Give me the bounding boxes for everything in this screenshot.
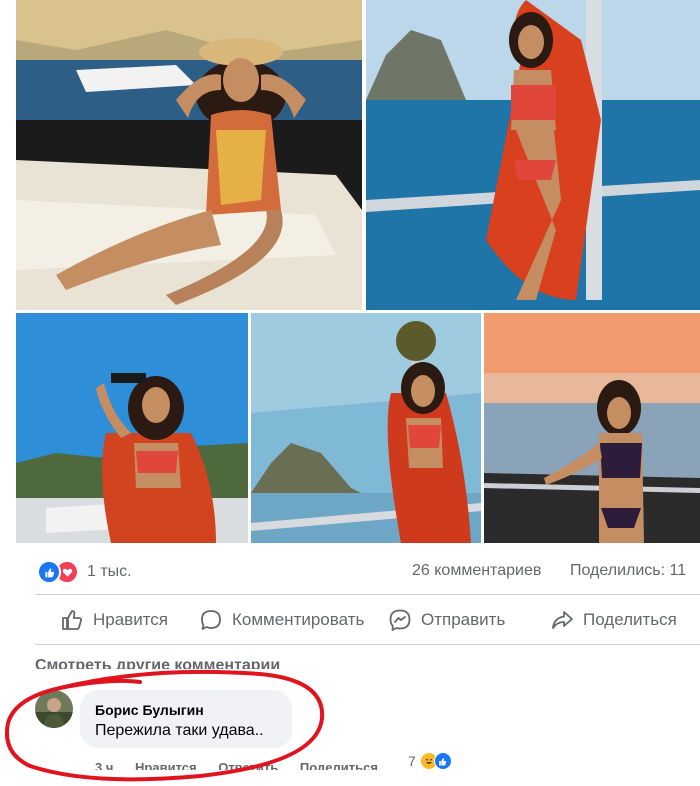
comment-actions: 3 ч Нравится Ответить Поделиться	[95, 756, 396, 770]
reactions-count: 1 тыс.	[87, 563, 132, 580]
messenger-icon	[389, 609, 411, 631]
share-button[interactable]: Поделиться	[550, 600, 677, 640]
photo-2[interactable]	[366, 0, 700, 310]
like-button-label: Нравится	[93, 610, 169, 629]
comment-button[interactable]: Комментировать	[199, 600, 364, 640]
comment-bubble: Борис Булыгин Пережила таки удава..	[80, 690, 292, 748]
shares-count-link[interactable]: Поделились: 11	[570, 562, 686, 580]
comment-reply-button[interactable]: Ответить	[218, 760, 278, 770]
comment-time[interactable]: 3 ч	[95, 760, 113, 770]
comment-like-button[interactable]: Нравится	[135, 760, 197, 770]
thumbs-up-icon	[62, 610, 82, 630]
view-more-comments-link[interactable]: Смотреть другие комментарии	[35, 655, 280, 669]
post-actions-bar: Нравится Комментировать Отправить Подели…	[0, 600, 700, 640]
reactions-stats-bar: 1 тыс. 26 комментариев Поделились: 11	[0, 555, 700, 589]
send-button[interactable]: Отправить	[388, 600, 505, 640]
comments-count-link[interactable]: 26 комментариев	[412, 562, 541, 580]
comment-text: Пережила таки удава..	[95, 722, 264, 739]
like-reaction-icon	[433, 752, 452, 770]
like-button[interactable]: Нравится	[60, 600, 168, 640]
like-reaction-icon	[37, 560, 61, 584]
send-button-label: Отправить	[421, 610, 506, 629]
comment-share-button[interactable]: Поделиться	[300, 760, 378, 770]
comment-reaction-count: 7	[408, 753, 416, 769]
photo-3[interactable]	[16, 313, 248, 543]
avatar[interactable]	[35, 690, 73, 728]
comment-author[interactable]: Борис Булыгин	[95, 702, 204, 718]
share-arrow-icon	[552, 611, 573, 629]
photo-1[interactable]	[16, 0, 362, 310]
share-button-label: Поделиться	[583, 610, 677, 629]
photo-5[interactable]	[484, 313, 700, 543]
comment-reactions[interactable]: 7	[408, 752, 452, 770]
comment-bubble-icon	[201, 610, 221, 630]
comment-button-label: Комментировать	[232, 610, 365, 629]
divider	[35, 644, 700, 645]
divider	[35, 594, 700, 595]
photo-4[interactable]	[251, 313, 481, 543]
reactions-summary[interactable]: 1 тыс.	[37, 560, 132, 584]
